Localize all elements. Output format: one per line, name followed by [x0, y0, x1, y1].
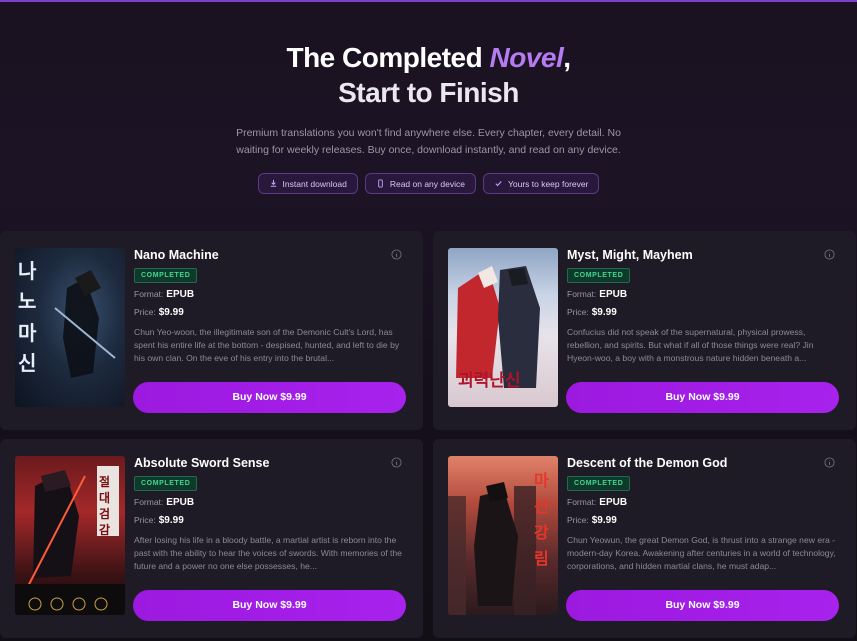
- format-label: Format:: [567, 289, 597, 299]
- svg-text:나: 나: [18, 259, 37, 283]
- book-cover-image[interactable]: 괴력난신: [448, 248, 558, 407]
- buy-now-button[interactable]: Buy Now $9.99: [133, 590, 406, 621]
- price-value: $9.99: [158, 515, 184, 526]
- title-part1: The Completed: [286, 42, 490, 73]
- feature-pills: Instant download Read on any device Your…: [0, 173, 857, 194]
- format-row: Format: EPUB: [134, 497, 194, 508]
- svg-text:검: 검: [99, 506, 110, 521]
- title-accent: Novel: [489, 42, 564, 73]
- book-description: After losing his life in a bloody battle…: [134, 535, 402, 571]
- info-icon[interactable]: [824, 249, 835, 260]
- book-cover-image[interactable]: 절 대 검 감: [15, 456, 125, 615]
- book-description: Chun Yeo-woon, the illegitimate son of t…: [134, 327, 400, 363]
- status-badge: COMPLETED: [134, 476, 198, 491]
- book-title[interactable]: Absolute Sword Sense: [134, 456, 269, 470]
- book-title[interactable]: Descent of the Demon God: [567, 456, 727, 470]
- price-row: Price: $9.99: [567, 307, 617, 318]
- status-badge: COMPLETED: [134, 268, 198, 283]
- download-icon: [270, 179, 276, 187]
- book-card-myst-might-mayhem: 괴력난신 Myst, Might, Mayhem COMPLETED Forma…: [433, 231, 856, 430]
- cover-art: 나 노 마 신: [18, 259, 116, 378]
- buy-now-button[interactable]: Buy Now $9.99: [566, 382, 839, 413]
- svg-text:대: 대: [99, 491, 110, 505]
- title-line2: Start to Finish: [338, 77, 519, 108]
- check-icon: [495, 181, 502, 187]
- format-row: Format: EPUB: [567, 289, 627, 300]
- pill-instant-download: Instant download: [257, 173, 358, 194]
- price-row: Price: $9.99: [134, 307, 184, 318]
- svg-text:마: 마: [534, 471, 549, 490]
- format-value: EPUB: [599, 289, 628, 300]
- price-value: $9.99: [591, 307, 617, 318]
- price-label: Price:: [567, 307, 589, 317]
- book-cover-image[interactable]: 나 노 마 신: [15, 248, 125, 407]
- pill-keep-forever: Yours to keep forever: [482, 173, 600, 194]
- format-value: EPUB: [166, 289, 195, 300]
- buy-now-button[interactable]: Buy Now $9.99: [566, 590, 839, 621]
- cover-art: 마 신 강 림: [448, 471, 549, 615]
- book-description: Confucius did not speak of the supernatu…: [567, 327, 814, 363]
- format-row: Format: EPUB: [567, 497, 627, 508]
- page-title: The Completed Novel, Start to Finish: [0, 40, 857, 110]
- book-description: Chun Yeowun, the great Demon God, is thr…: [567, 535, 836, 571]
- info-icon[interactable]: [824, 457, 835, 468]
- hero-section: The Completed Novel, Start to Finish Pre…: [0, 0, 857, 230]
- pill-label: Read on any device: [389, 178, 465, 189]
- cover-art: 절 대 검 감: [15, 466, 125, 615]
- svg-text:림: 림: [534, 549, 549, 568]
- price-value: $9.99: [158, 307, 184, 318]
- book-card-absolute-sword-sense: 절 대 검 감 Absolute Sword Sense COMPLETED F…: [0, 439, 423, 638]
- title-comma: ,: [563, 42, 571, 73]
- book-card-descent-of-the-demon-god: 마 신 강 림 Descent of the Demon God COMPLET…: [433, 439, 856, 638]
- pill-label: Yours to keep forever: [507, 178, 589, 189]
- phone-icon: [378, 179, 383, 188]
- buy-now-button[interactable]: Buy Now $9.99: [133, 382, 406, 413]
- price-value: $9.99: [591, 515, 617, 526]
- format-label: Format:: [134, 497, 164, 507]
- svg-text:절: 절: [99, 475, 110, 489]
- price-row: Price: $9.99: [134, 515, 184, 526]
- status-badge: COMPLETED: [567, 268, 631, 283]
- book-card-nano-machine: 나 노 마 신 Nano Machine COMPLETED Format: EP…: [0, 231, 423, 430]
- info-icon[interactable]: [391, 249, 402, 260]
- price-label: Price:: [134, 515, 156, 525]
- cover-art: 괴력난신: [456, 266, 540, 391]
- book-cover-image[interactable]: 마 신 강 림: [448, 456, 558, 615]
- price-row: Price: $9.99: [567, 515, 617, 526]
- price-label: Price:: [134, 307, 156, 317]
- pill-label: Instant download: [282, 178, 347, 189]
- info-icon[interactable]: [391, 457, 402, 468]
- format-label: Format:: [134, 289, 164, 299]
- book-title[interactable]: Myst, Might, Mayhem: [567, 248, 693, 262]
- svg-text:감: 감: [99, 522, 110, 537]
- status-badge: COMPLETED: [567, 476, 631, 491]
- format-value: EPUB: [599, 497, 628, 508]
- svg-text:신: 신: [18, 351, 36, 375]
- price-label: Price:: [567, 515, 589, 525]
- format-label: Format:: [567, 497, 597, 507]
- format-row: Format: EPUB: [134, 289, 194, 300]
- svg-text:마: 마: [18, 321, 37, 345]
- format-value: EPUB: [166, 497, 195, 508]
- svg-text:노: 노: [18, 289, 36, 313]
- book-title[interactable]: Nano Machine: [134, 248, 219, 262]
- svg-text:신: 신: [534, 497, 549, 516]
- svg-text:강: 강: [534, 523, 549, 542]
- svg-text:괴력난신: 괴력난신: [458, 371, 521, 391]
- hero-subtitle: Premium translations you won't find anyw…: [236, 127, 621, 156]
- pill-any-device: Read on any device: [364, 173, 476, 194]
